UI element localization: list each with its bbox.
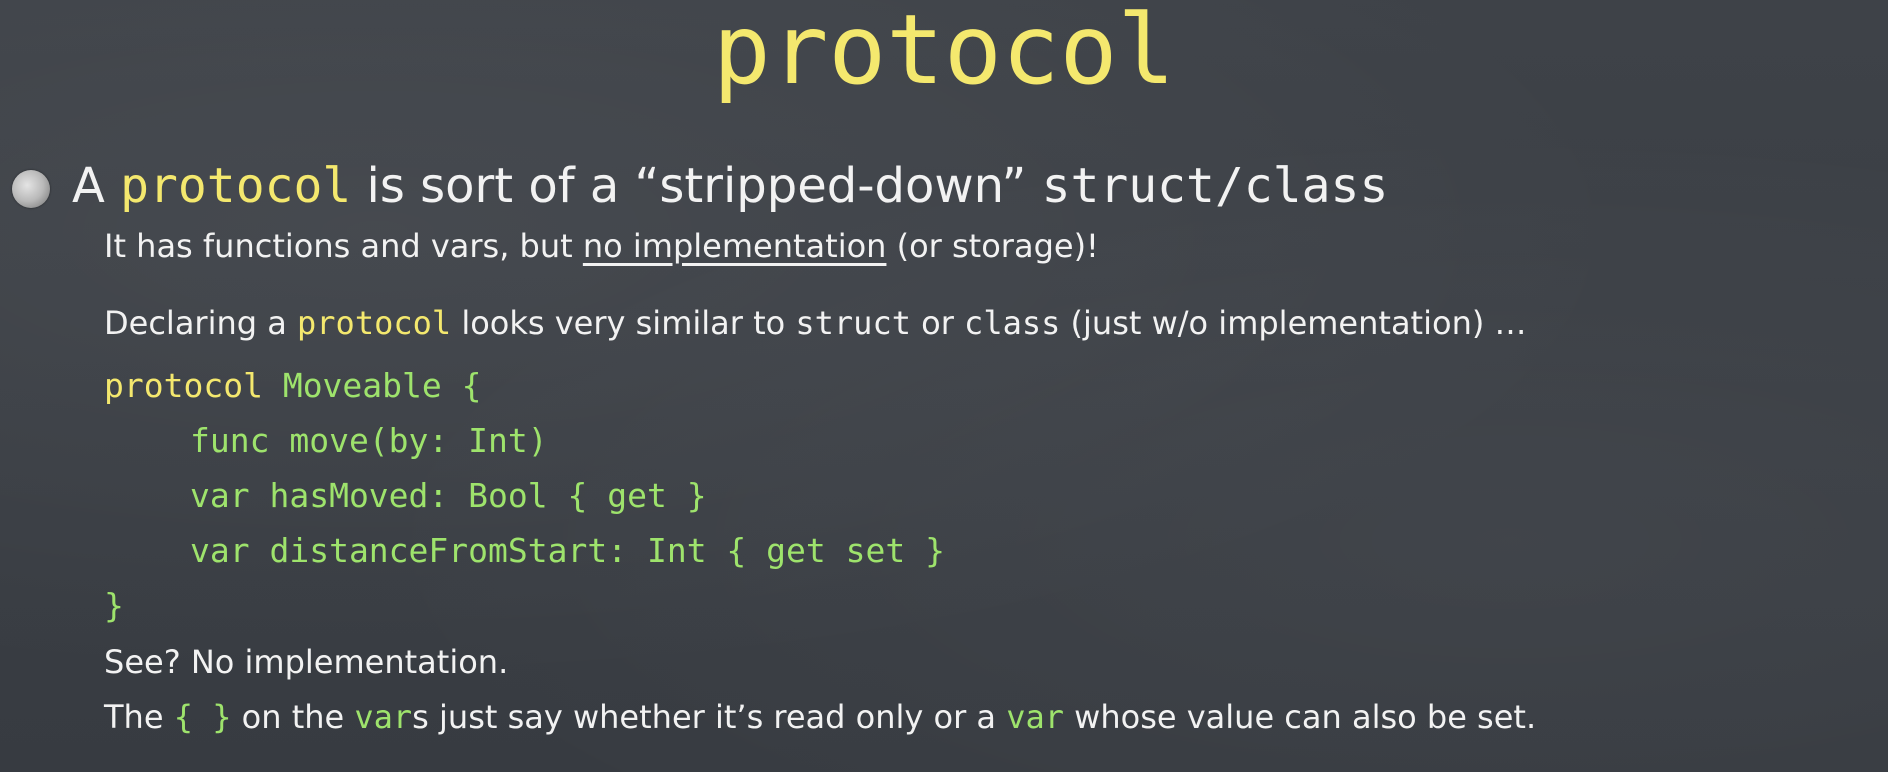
- sub2-code2: class: [964, 304, 1061, 342]
- code-line-1-rest: Moveable {: [262, 366, 482, 405]
- sub4-var2: var: [1006, 698, 1064, 736]
- headline-keyword: protocol: [120, 158, 352, 214]
- headline-mid: is sort of a “stripped-down”: [351, 158, 1042, 214]
- headline: A protocol is sort of a “stripped-down” …: [72, 158, 1388, 214]
- sub4-var1: var: [354, 698, 413, 736]
- sub1-underlined: no implementation: [582, 227, 887, 265]
- sub-point-3: See? No implementation.: [104, 643, 509, 681]
- sub2-after: (just w/o implementation) …: [1060, 304, 1527, 342]
- sub4-braces: { }: [173, 698, 232, 736]
- code-line-2: func move(by: Int): [190, 421, 548, 460]
- sub2-before: Declaring a: [104, 304, 298, 342]
- sub2-keyword: protocol: [297, 304, 452, 342]
- sub4-mid1: on the: [231, 698, 355, 736]
- slide-title: protocol: [712, 0, 1176, 106]
- sub-point-2: Declaring a protocol looks very similar …: [104, 303, 1527, 343]
- sub2-mid1: looks very similar to: [451, 304, 796, 342]
- bullet-icon: [12, 170, 50, 208]
- code-block: protocol Moveable { func move(by: Int) v…: [104, 358, 945, 633]
- sub4-mid2: s just say whether it’s read only or a: [412, 698, 1007, 736]
- code-line-5: }: [104, 586, 124, 625]
- headline-code: struct/class: [1041, 158, 1389, 214]
- sub1-after: (or storage)!: [886, 227, 1099, 265]
- sub-point-1: It has functions and vars, but no implem…: [104, 226, 1099, 266]
- code-line-1: protocol Moveable {: [104, 358, 945, 413]
- code-line-3: var hasMoved: Bool { get }: [190, 476, 707, 515]
- sub1-before: It has functions and vars, but: [104, 227, 583, 265]
- sub2-code1: struct: [795, 304, 911, 342]
- sub2-mid2: or: [910, 304, 965, 342]
- sub-point-4: The { } on the vars just say whether it’…: [104, 697, 1536, 737]
- sub4-before: The: [104, 698, 174, 736]
- sub4-after: whose value can also be set.: [1063, 698, 1537, 736]
- code-line-4: var distanceFromStart: Int { get set }: [190, 531, 945, 570]
- headline-a: A: [72, 158, 121, 214]
- code-keyword: protocol: [104, 366, 263, 405]
